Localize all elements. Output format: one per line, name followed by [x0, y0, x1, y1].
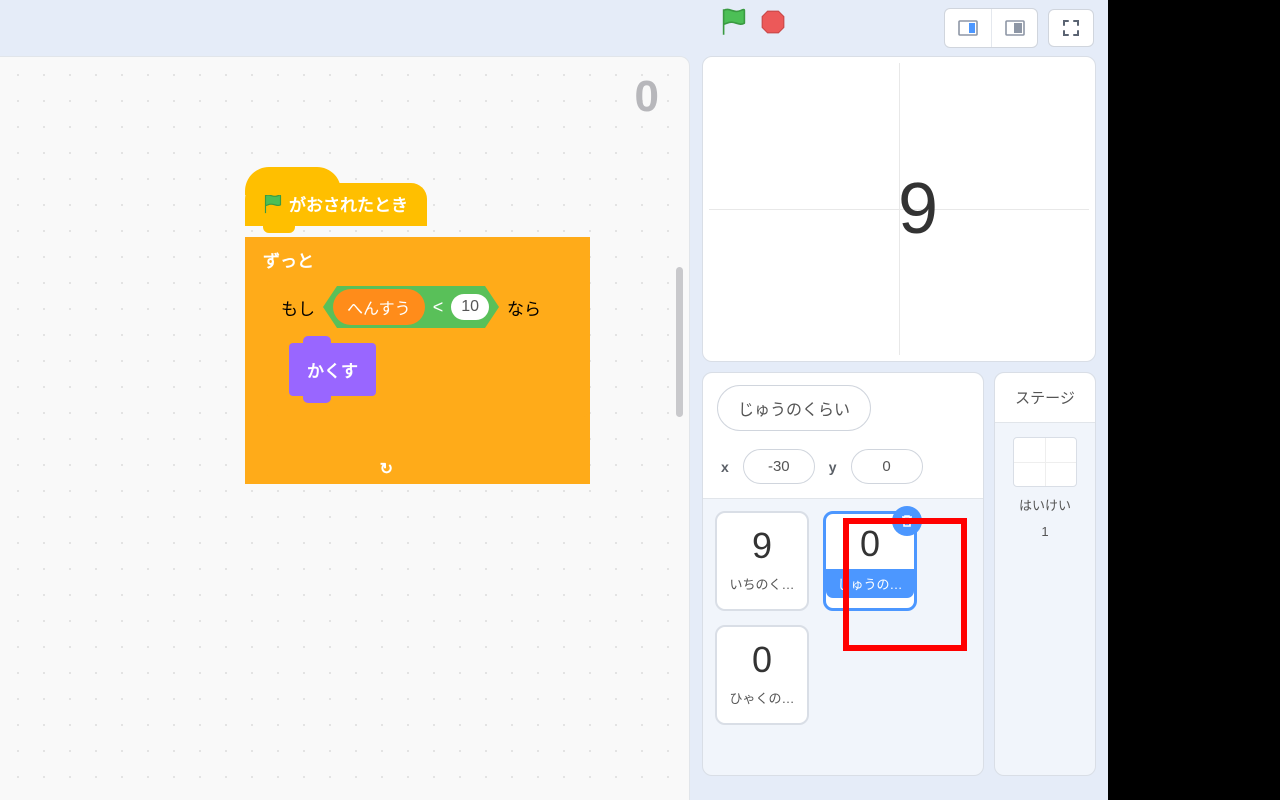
small-stage-button[interactable] — [945, 9, 991, 47]
sprite-name-input[interactable]: じゅうのくらい — [717, 385, 871, 431]
sprite-costume-preview: 9 — [752, 526, 772, 566]
stage-sprite-display: 9 — [898, 168, 938, 250]
stage-thumbnail[interactable] — [1013, 437, 1077, 487]
sprite-costume-preview: 0 — [860, 524, 880, 564]
backdrop-label: はいけい — [995, 495, 1095, 514]
variable-reporter[interactable]: へんすう — [333, 289, 425, 325]
sprite-tile-hyaku[interactable]: 0 ひゃくの… — [715, 625, 809, 725]
lt-symbol: < — [431, 297, 446, 318]
forever-label: ずっと — [263, 252, 314, 271]
x-label: x — [717, 459, 733, 475]
app-root: 0 がおされたとき ずっと ↻ もし へんすう — [0, 0, 1108, 800]
sprite-tile-label: いちのく… — [717, 571, 807, 596]
then-label: なら — [507, 295, 541, 320]
stage-selector-panel: ステージ はいけい 1 — [994, 372, 1096, 776]
green-flag-icon[interactable] — [720, 7, 748, 37]
view-controls — [0, 0, 1108, 56]
sprite-list: 9 いちのく… 0 じゅうの… 0 ひゃくの… — [703, 499, 983, 737]
layout-toggle-group — [944, 8, 1038, 48]
large-stage-button[interactable] — [991, 9, 1037, 47]
y-input[interactable]: 0 — [851, 449, 923, 484]
sprite-costume-preview: 0 — [752, 640, 772, 680]
stop-icon[interactable] — [760, 9, 786, 35]
backdrop-count: 1 — [995, 524, 1095, 539]
sprite-info-header: じゅうのくらい x -30 y 0 — [703, 373, 983, 499]
stage[interactable]: 9 — [702, 56, 1096, 362]
sprite-tile-juu[interactable]: 0 じゅうの… — [823, 511, 917, 611]
monitor-readout: 0 — [635, 72, 659, 122]
less-than-operator[interactable]: へんすう < 10 — [323, 286, 499, 328]
delete-sprite-button[interactable] — [892, 506, 922, 536]
hide-label: かくす — [307, 362, 358, 381]
loop-arrow-icon: ↻ — [380, 459, 393, 479]
run-controls — [720, 7, 786, 37]
scrollbar[interactable] — [676, 267, 683, 417]
sprite-panel: じゅうのくらい x -30 y 0 9 いちのく… 0 じゅうの… 0 — [702, 372, 984, 776]
sprite-tile-ichi[interactable]: 9 いちのく… — [715, 511, 809, 611]
stage-panel-title: ステージ — [995, 373, 1095, 423]
x-input[interactable]: -30 — [743, 449, 815, 484]
hide-block[interactable]: かくす — [289, 343, 376, 396]
fullscreen-button[interactable] — [1048, 9, 1094, 47]
when-flag-clicked-block[interactable]: がおされたとき — [245, 183, 427, 226]
sprite-tile-label: じゅうの… — [826, 569, 914, 598]
sprite-tile-label: ひゃくの… — [717, 685, 807, 710]
if-label: もし — [281, 295, 315, 320]
number-input[interactable]: 10 — [451, 294, 489, 320]
script-editor[interactable]: 0 がおされたとき ずっと ↻ もし へんすう — [0, 56, 690, 800]
y-label: y — [825, 459, 841, 475]
flag-icon — [263, 193, 283, 215]
